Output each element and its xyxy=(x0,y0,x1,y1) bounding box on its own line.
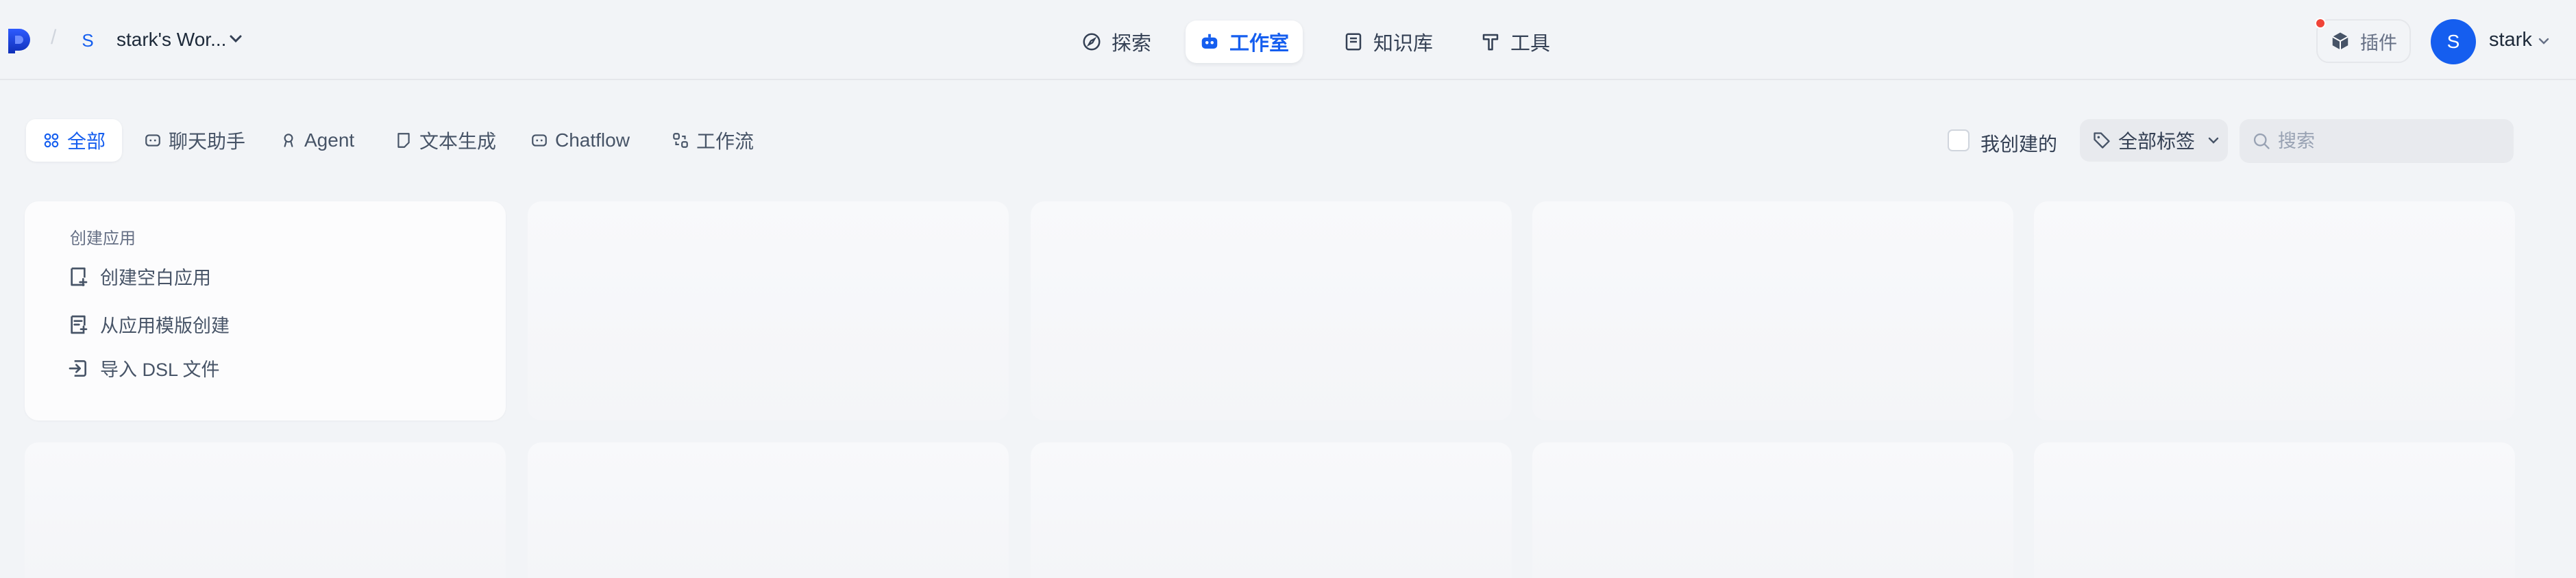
tab-agent[interactable]: Agent xyxy=(263,119,371,162)
file-plus-icon xyxy=(71,267,88,286)
chevron-down-icon xyxy=(2208,137,2219,144)
tab-text-generation[interactable]: 文本生成 xyxy=(378,119,513,162)
cube-icon xyxy=(2332,32,2348,50)
user-name[interactable]: stark xyxy=(2489,29,2532,51)
app-card-placeholder xyxy=(2034,201,2515,420)
tab-label: 全部 xyxy=(67,131,106,152)
user-avatar[interactable]: S xyxy=(2431,19,2476,64)
tab-label: 聊天助手 xyxy=(169,131,246,152)
nav-tools[interactable]: 工具 xyxy=(1467,21,1564,63)
book-icon xyxy=(1345,33,1362,51)
create-item-label: 导入 DSL 文件 xyxy=(100,360,220,380)
hammer-icon xyxy=(1482,34,1499,51)
tab-chat-assistant[interactable]: 聊天助手 xyxy=(127,119,262,162)
app-card-placeholder xyxy=(25,442,506,578)
app-card-placeholder xyxy=(2034,442,2515,578)
app-card-placeholder xyxy=(1031,201,1512,420)
app-card-placeholder xyxy=(528,442,1009,578)
workspace-avatar[interactable]: S xyxy=(75,28,100,53)
top-header: / S stark's Wor... 探索 工作室 知识库 工具 插件 S st… xyxy=(0,0,2576,80)
created-by-me-label[interactable]: 我创建的 xyxy=(1980,129,2057,157)
nav-explore[interactable]: 探索 xyxy=(1068,21,1165,63)
nav-studio[interactable]: 工作室 xyxy=(1186,21,1303,63)
robot-icon xyxy=(1201,34,1218,49)
nav-label: 工作室 xyxy=(1229,33,1290,55)
plugins-label: 插件 xyxy=(2360,32,2397,53)
agent-icon xyxy=(284,134,293,147)
import-icon xyxy=(69,360,86,377)
tab-label: Chatflow xyxy=(555,129,630,151)
tab-label: 文本生成 xyxy=(419,131,497,152)
tags-filter-button[interactable]: 全部标签 xyxy=(2080,119,2228,162)
create-app-title: 创建应用 xyxy=(70,229,136,248)
tab-workflow[interactable]: 工作流 xyxy=(655,119,770,162)
chatflow-icon xyxy=(532,134,547,147)
created-by-me-checkbox[interactable] xyxy=(1948,129,1970,151)
app-card-placeholder xyxy=(1031,442,1512,578)
tags-label: 全部标签 xyxy=(2118,131,2196,152)
create-item-label: 创建空白应用 xyxy=(100,268,211,288)
search-icon xyxy=(2253,133,2270,149)
import-dsl-button[interactable]: 导入 DSL 文件 xyxy=(67,355,220,381)
create-item-label: 从应用模版创建 xyxy=(100,316,230,336)
create-app-card: 创建应用 创建空白应用 从应用模版创建 导入 DSL 文件 xyxy=(25,201,506,420)
create-from-template-button[interactable]: 从应用模版创建 xyxy=(67,311,230,338)
tab-label: Agent xyxy=(304,129,355,151)
nav-label: 工具 xyxy=(1510,33,1551,55)
workflow-icon xyxy=(673,133,688,148)
search-box[interactable] xyxy=(2240,119,2514,163)
nav-label: 探索 xyxy=(1112,33,1152,55)
app-logo[interactable] xyxy=(7,27,33,55)
create-blank-app-button[interactable]: 创建空白应用 xyxy=(67,263,211,290)
document-icon xyxy=(397,133,410,148)
nav-knowledge[interactable]: 知识库 xyxy=(1329,21,1447,63)
app-card-placeholder xyxy=(1532,201,2013,420)
plugins-button[interactable]: 插件 xyxy=(2316,19,2411,63)
nav-label: 知识库 xyxy=(1373,33,1434,55)
app-card-placeholder xyxy=(1532,442,2013,578)
tab-label: 工作流 xyxy=(696,131,755,152)
workspace-name[interactable]: stark's Wor... xyxy=(116,29,226,51)
chevron-down-icon[interactable] xyxy=(229,34,243,44)
breadcrumb-separator: / xyxy=(51,26,57,49)
grid-icon xyxy=(44,133,59,148)
app-card-placeholder xyxy=(528,201,1009,420)
template-icon xyxy=(71,315,88,334)
tab-chatflow[interactable]: Chatflow xyxy=(514,119,646,162)
notification-dot xyxy=(2315,18,2326,29)
search-input[interactable] xyxy=(2278,130,2497,152)
compass-icon xyxy=(1083,33,1101,51)
tag-icon xyxy=(2094,132,2110,149)
tab-all[interactable]: 全部 xyxy=(26,119,123,162)
chevron-down-icon[interactable] xyxy=(2538,37,2549,45)
chat-bubble-icon xyxy=(145,134,160,147)
